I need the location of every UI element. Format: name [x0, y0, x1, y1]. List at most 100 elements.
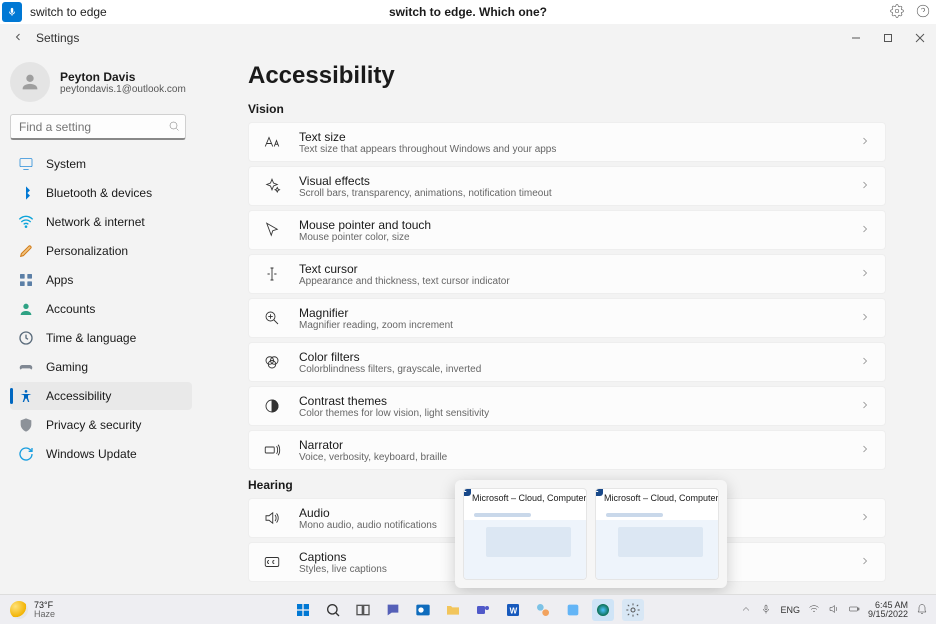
tray-mic-icon[interactable] — [760, 603, 772, 617]
item-contrast-themes[interactable]: Contrast themesColor themes for low visi… — [248, 386, 886, 426]
tray-clock[interactable]: 6:45 AM9/15/2022 — [868, 601, 908, 619]
sidebar-item-personalization[interactable]: Personalization — [10, 237, 192, 265]
item-visual-effects[interactable]: Visual effectsScroll bars, transparency,… — [248, 166, 886, 206]
task-view-button[interactable] — [352, 599, 374, 621]
sidebar-item-network[interactable]: Network & internet — [10, 208, 192, 236]
taskbar-explorer[interactable] — [442, 599, 464, 621]
chevron-right-icon — [859, 399, 871, 414]
tray-date: 9/15/2022 — [868, 610, 908, 619]
shield-icon — [18, 417, 34, 433]
sidebar-item-bluetooth[interactable]: Bluetooth & devices — [10, 179, 192, 207]
sidebar-item-label: Windows Update — [46, 447, 137, 461]
back-button[interactable] — [12, 31, 24, 46]
help-icon[interactable] — [916, 4, 930, 21]
item-title: Magnifier — [299, 306, 859, 320]
tray-notifications-icon[interactable] — [916, 603, 928, 617]
chevron-right-icon — [859, 511, 871, 526]
contrast-icon — [263, 397, 281, 415]
monitor-icon — [18, 156, 34, 172]
taskbar-word[interactable]: W — [502, 599, 524, 621]
taskbar-center: W — [292, 599, 644, 621]
sidebar: Peyton Davis peytondavis.1@outlook.com S… — [0, 52, 200, 596]
tray-volume-icon[interactable] — [828, 603, 840, 617]
clock-icon — [18, 330, 34, 346]
nav-list: System Bluetooth & devices Network & int… — [10, 150, 192, 468]
search-field[interactable] — [10, 114, 192, 140]
maximize-button[interactable] — [872, 24, 904, 52]
item-narrator[interactable]: NarratorVoice, verbosity, keyboard, brai… — [248, 430, 886, 470]
accessibility-icon — [18, 388, 34, 404]
sidebar-item-label: Accounts — [46, 302, 95, 316]
sidebar-item-privacy[interactable]: Privacy & security — [10, 411, 192, 439]
close-button[interactable] — [904, 24, 936, 52]
item-title: Mouse pointer and touch — [299, 218, 859, 232]
magnifier-icon — [263, 309, 281, 327]
item-desc: Appearance and thickness, text cursor in… — [299, 276, 859, 287]
taskbar-edge[interactable] — [592, 599, 614, 621]
taskbar-chat[interactable] — [382, 599, 404, 621]
item-desc: Magnifier reading, zoom increment — [299, 320, 859, 331]
sidebar-item-label: Time & language — [46, 331, 136, 345]
taskbar-weather[interactable]: 73°FHaze — [10, 601, 55, 619]
item-color-filters[interactable]: Color filtersColorblindness filters, gra… — [248, 342, 886, 382]
text-size-icon — [263, 133, 281, 151]
window-thumb-2[interactable]: 2 Microsoft – Cloud, Computers, … — [595, 488, 719, 580]
taskbar: 73°FHaze W ENG 6:45 AM9/15/2022 — [0, 594, 936, 624]
sidebar-item-update[interactable]: Windows Update — [10, 440, 192, 468]
voice-response-text: switch to edge. Which one? — [389, 5, 547, 19]
window-thumb-1[interactable]: 1 Microsoft – Cloud, Computers, … — [463, 488, 587, 580]
sidebar-item-gaming[interactable]: Gaming — [10, 353, 192, 381]
apps-icon — [18, 272, 34, 288]
taskbar-search[interactable] — [322, 599, 344, 621]
taskbar-app-1[interactable] — [532, 599, 554, 621]
chevron-right-icon — [859, 555, 871, 570]
item-mouse[interactable]: Mouse pointer and touchMouse pointer col… — [248, 210, 886, 250]
item-text-size[interactable]: Text sizeText size that appears througho… — [248, 122, 886, 162]
tray-battery-icon[interactable] — [848, 603, 860, 617]
chevron-right-icon — [859, 135, 871, 150]
search-icon — [168, 120, 180, 135]
tray-lang[interactable]: ENG — [780, 605, 800, 615]
taskbar-settings[interactable] — [622, 599, 644, 621]
mic-icon[interactable] — [2, 2, 22, 22]
weather-icon — [10, 601, 28, 619]
sidebar-item-accessibility[interactable]: Accessibility — [10, 382, 192, 410]
taskbar-teams[interactable] — [472, 599, 494, 621]
text-cursor-icon — [263, 265, 281, 283]
sidebar-item-time[interactable]: Time & language — [10, 324, 192, 352]
chevron-right-icon — [859, 311, 871, 326]
minimize-button[interactable] — [840, 24, 872, 52]
taskbar-outlook[interactable] — [412, 599, 434, 621]
gear-icon[interactable] — [890, 4, 904, 21]
tray-wifi-icon[interactable] — [808, 603, 820, 617]
thumb-title: Microsoft – Cloud, Computers, … — [604, 493, 718, 503]
window-titlebar: Settings — [0, 24, 936, 52]
item-text-cursor[interactable]: Text cursorAppearance and thickness, tex… — [248, 254, 886, 294]
window-switcher-popup: 1 Microsoft – Cloud, Computers, … 2 Micr… — [455, 480, 727, 588]
profile-block[interactable]: Peyton Davis peytondavis.1@outlook.com — [10, 62, 192, 102]
sidebar-item-system[interactable]: System — [10, 150, 192, 178]
page-title: Accessibility — [248, 62, 886, 90]
thumb-badge: 2 — [595, 488, 603, 496]
item-magnifier[interactable]: MagnifierMagnifier reading, zoom increme… — [248, 298, 886, 338]
item-desc: Colorblindness filters, grayscale, inver… — [299, 364, 859, 375]
captions-icon — [263, 553, 281, 571]
tray-chevron-icon[interactable] — [740, 603, 752, 617]
start-button[interactable] — [292, 599, 314, 621]
search-input[interactable] — [10, 114, 186, 140]
voice-command-bar: switch to edge switch to edge. Which one… — [0, 0, 936, 24]
item-title: Contrast themes — [299, 394, 859, 408]
sidebar-item-label: Apps — [46, 273, 73, 287]
sidebar-item-apps[interactable]: Apps — [10, 266, 192, 294]
item-desc: Scroll bars, transparency, animations, n… — [299, 188, 859, 199]
cursor-icon — [263, 221, 281, 239]
paintbrush-icon — [18, 243, 34, 259]
item-desc: Mouse pointer color, size — [299, 232, 859, 243]
taskbar-app-2[interactable] — [562, 599, 584, 621]
avatar — [10, 62, 50, 102]
chevron-right-icon — [859, 443, 871, 458]
person-icon — [18, 301, 34, 317]
svg-text:W: W — [510, 606, 518, 615]
update-icon — [18, 446, 34, 462]
sidebar-item-accounts[interactable]: Accounts — [10, 295, 192, 323]
